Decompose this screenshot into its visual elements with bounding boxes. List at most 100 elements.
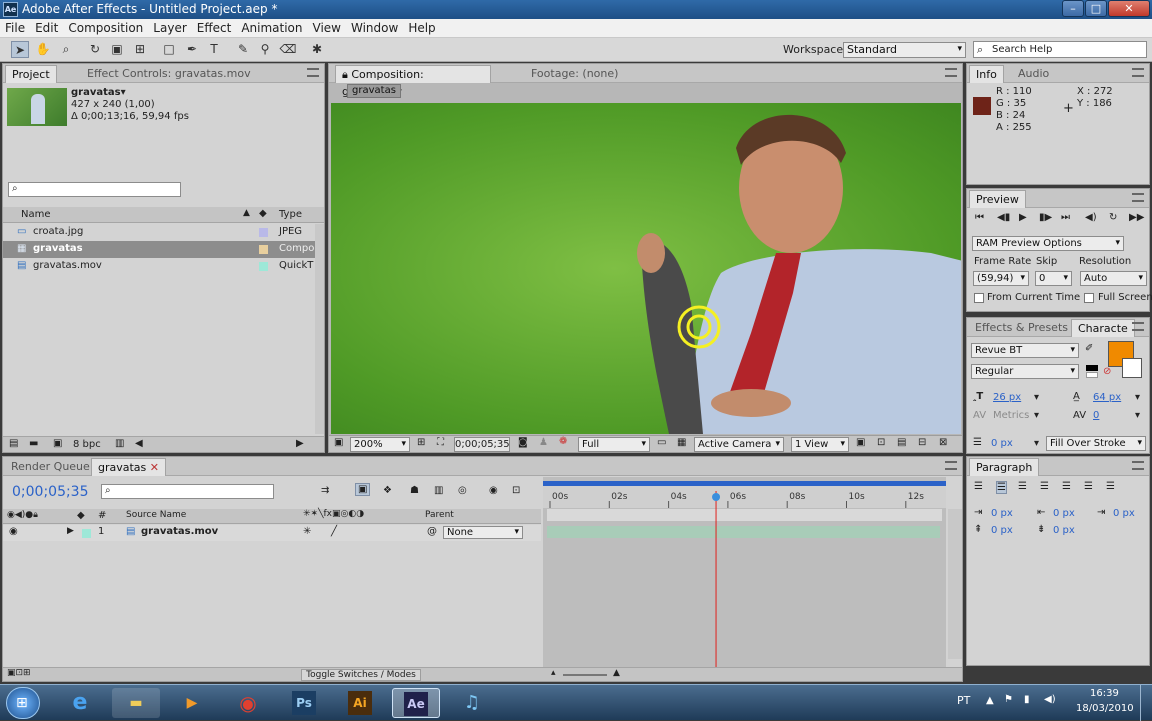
menu-composition[interactable]: Composition: [63, 19, 148, 38]
rotate-tool-icon[interactable]: ↻: [86, 41, 104, 58]
pan-behind-tool-icon[interactable]: ⊞: [131, 41, 149, 58]
tab-effects-presets[interactable]: Effects & Presets: [969, 319, 1074, 337]
trash-icon[interactable]: ▥: [115, 438, 124, 449]
transparency-grid-icon[interactable]: ▦: [677, 437, 686, 448]
no-fill-icon[interactable]: ⊘: [1103, 366, 1111, 377]
comp-navigator-button[interactable]: gravatas: [347, 84, 401, 98]
menu-window[interactable]: Window: [346, 19, 403, 38]
tab-preview[interactable]: Preview: [969, 190, 1026, 208]
indent-right-value[interactable]: 0 px: [1053, 508, 1075, 519]
view-layout-select[interactable]: 1 View: [791, 437, 849, 452]
column-type[interactable]: Type: [279, 209, 302, 220]
minimize-button[interactable]: –: [1062, 0, 1084, 17]
frame-blending-icon[interactable]: ▥: [434, 485, 443, 496]
ram-preview-icon[interactable]: ▶▶: [1129, 212, 1144, 223]
white-swatch[interactable]: [1086, 372, 1098, 378]
selection-tool-icon[interactable]: ➤: [11, 41, 29, 58]
zoom-slider[interactable]: [563, 674, 607, 676]
network-icon[interactable]: ▮: [1024, 694, 1030, 705]
close-tab-icon[interactable]: ✕: [150, 461, 159, 474]
list-item-selected[interactable]: ▦ gravatas Compo: [3, 241, 315, 258]
current-time-field[interactable]: 0;00;05;35: [454, 437, 510, 452]
stroke-mode-select[interactable]: Fill Over Stroke: [1046, 436, 1146, 451]
collapse-switch-icon[interactable]: ✳: [303, 526, 311, 537]
dropdown-icon[interactable]: ▾: [1135, 410, 1140, 421]
eyedropper-icon[interactable]: ✐: [1085, 343, 1093, 354]
column-source-name[interactable]: Source Name: [126, 510, 186, 520]
space-after-value[interactable]: 0 px: [1053, 525, 1075, 536]
time-ruler[interactable]: 00s 02s 04s 06s 08s 10s 12s: [543, 477, 946, 667]
taskbar-ie-icon[interactable]: e: [56, 688, 104, 718]
stroke-width-value[interactable]: 0 px: [991, 438, 1013, 449]
flag-icon[interactable]: ⚑: [1004, 694, 1013, 705]
draft-3d-icon[interactable]: ❖: [383, 485, 392, 496]
mask-visibility-icon[interactable]: ⛶: [437, 437, 444, 448]
taskbar-chrome-icon[interactable]: ◉: [224, 688, 272, 718]
interpret-footage-icon[interactable]: ▤: [9, 438, 18, 449]
zoom-tool-icon[interactable]: ⌕: [57, 41, 75, 58]
align-right-icon[interactable]: ☰: [1018, 481, 1027, 492]
taskbar-explorer-icon[interactable]: ▬: [112, 688, 160, 718]
justify-left-icon[interactable]: ☰: [1040, 481, 1049, 492]
column-name[interactable]: Name: [21, 209, 51, 220]
align-center-icon[interactable]: ☰: [996, 481, 1007, 494]
region-of-interest-icon[interactable]: ▭: [657, 437, 666, 448]
font-style-select[interactable]: Regular: [971, 364, 1079, 379]
toggle-switches-modes-button[interactable]: Toggle Switches / Modes: [301, 669, 421, 681]
ram-preview-options-select[interactable]: RAM Preview Options: [972, 236, 1124, 251]
show-hidden-icons[interactable]: ▲: [986, 695, 994, 706]
menu-view[interactable]: View: [308, 19, 346, 38]
taskbar-media-icon[interactable]: ▶: [168, 688, 216, 718]
tab-info[interactable]: Info: [969, 65, 1004, 83]
always-preview-icon[interactable]: ▣: [334, 437, 343, 448]
panel-menu-icon[interactable]: [1132, 68, 1144, 77]
menu-file[interactable]: File: [0, 19, 30, 38]
tab-audio[interactable]: Audio: [1012, 65, 1055, 83]
camera-tool-icon[interactable]: ▣: [108, 41, 126, 58]
menu-help[interactable]: Help: [403, 19, 440, 38]
show-desktop-button[interactable]: [1140, 685, 1152, 721]
hand-tool-icon[interactable]: ✋: [34, 41, 52, 58]
brainstorm-icon[interactable]: ◉: [489, 485, 498, 496]
camera-select[interactable]: Active Camera: [694, 437, 784, 452]
puppet-pin-tool-icon[interactable]: ✱: [308, 41, 326, 58]
leading-value[interactable]: 64 px: [1093, 392, 1121, 403]
tab-paragraph[interactable]: Paragraph: [969, 458, 1040, 476]
language-indicator[interactable]: PT: [957, 694, 970, 707]
clone-stamp-tool-icon[interactable]: ⚲: [256, 41, 274, 58]
justify-all-icon[interactable]: ☰: [1106, 481, 1115, 492]
first-frame-icon[interactable]: ⏮: [975, 212, 984, 223]
kerning-value[interactable]: Metrics: [993, 410, 1029, 421]
tab-effect-controls[interactable]: Effect Controls: gravatas.mov: [81, 65, 257, 83]
resolution-select[interactable]: Full: [578, 437, 650, 452]
tracking-value[interactable]: 0: [1093, 410, 1099, 421]
panel-menu-icon[interactable]: [945, 461, 957, 470]
scroll-right-icon[interactable]: ▶: [296, 438, 304, 449]
resolution-select[interactable]: Auto: [1080, 271, 1147, 286]
menu-layer[interactable]: Layer: [148, 19, 191, 38]
indent-first-value[interactable]: 0 px: [1113, 508, 1135, 519]
bpc-label[interactable]: 8 bpc: [73, 439, 101, 450]
taskbar-aftereffects-icon[interactable]: Ae: [392, 688, 440, 718]
timeline-scrollbar[interactable]: [948, 509, 962, 659]
current-time-display[interactable]: 0;00;05;35: [12, 484, 89, 500]
new-composition-icon[interactable]: ▣: [53, 438, 62, 449]
indent-left-value[interactable]: 0 px: [991, 508, 1013, 519]
align-left-icon[interactable]: ☰: [974, 481, 983, 492]
flowchart-icon[interactable]: ⊟: [918, 437, 926, 448]
tab-footage[interactable]: Footage: (none): [525, 65, 624, 83]
pick-whip-icon[interactable]: @: [427, 526, 437, 537]
tab-project[interactable]: Project: [5, 65, 57, 83]
menu-animation[interactable]: Animation: [236, 19, 307, 38]
panel-menu-icon[interactable]: [945, 68, 957, 77]
table-row[interactable]: ◉ ▶ 1 ▤ gravatas.mov ✳ ╱ @ None: [3, 525, 541, 541]
composition-viewer[interactable]: [331, 103, 961, 434]
volume-icon[interactable]: ◀): [1044, 694, 1056, 705]
black-swatch[interactable]: [1086, 365, 1098, 371]
motion-blur-icon[interactable]: ◎: [458, 485, 467, 496]
show-snapshot-icon[interactable]: ♟: [539, 437, 548, 448]
last-frame-icon[interactable]: ⏭: [1061, 212, 1070, 223]
expand-arrow-icon[interactable]: ▶: [67, 526, 74, 536]
channel-icon[interactable]: ❁: [559, 436, 567, 447]
menu-effect[interactable]: Effect: [192, 19, 237, 38]
